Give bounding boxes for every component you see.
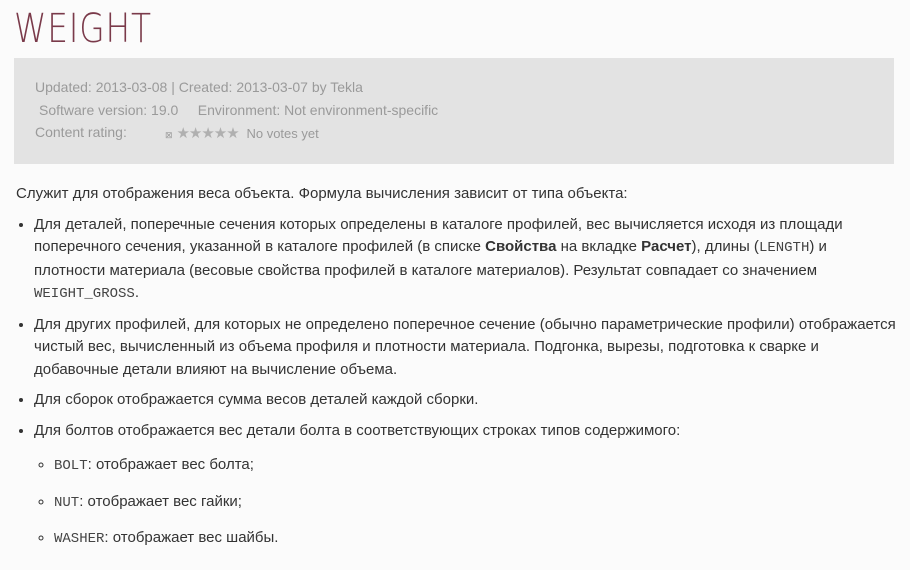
list-item: Для сборок отображается сумма весов дета… xyxy=(34,389,896,412)
intro: Служит для отображения веса объекта. Фор… xyxy=(16,185,628,202)
sub-list-item: NUT: отображает вес гайки; xyxy=(54,491,896,515)
list-item: Для других профилей, для которых не опре… xyxy=(34,314,896,382)
sub-list-item: BOLT: отображает вес болта; xyxy=(54,454,896,478)
sub-list-item: WASHER: отображает вес шайбы. xyxy=(54,527,896,551)
metadata-box: Updated: 2013-03-08 | Created: 2013-03-0… xyxy=(14,58,894,164)
cancel-rating-icon[interactable]: ⊠ xyxy=(165,130,173,140)
environment: Environment: Not environment-specific xyxy=(197,102,439,118)
list-item: Для деталей, поперечные сечения которых … xyxy=(34,214,896,306)
star-rating[interactable]: ★★★★★ xyxy=(176,125,239,142)
software-version: Software version: 19.0 xyxy=(39,102,179,118)
article-body: Служит для отображения веса объекта. Фор… xyxy=(16,183,896,564)
page-title: WEIGHT xyxy=(14,6,152,52)
software-env: Software version: 19.0 Environment: Not … xyxy=(39,102,438,118)
rating-row: Content rating: ⊠ ★★★★★ No votes yet xyxy=(35,124,319,142)
votes-text: No votes yet xyxy=(246,126,319,141)
dates: Updated: 2013-03-08 | Created: 2013-03-0… xyxy=(35,79,363,95)
list-item: Для болтов отображается вес детали болта… xyxy=(34,420,896,551)
rating-label: Content rating: xyxy=(35,124,127,140)
